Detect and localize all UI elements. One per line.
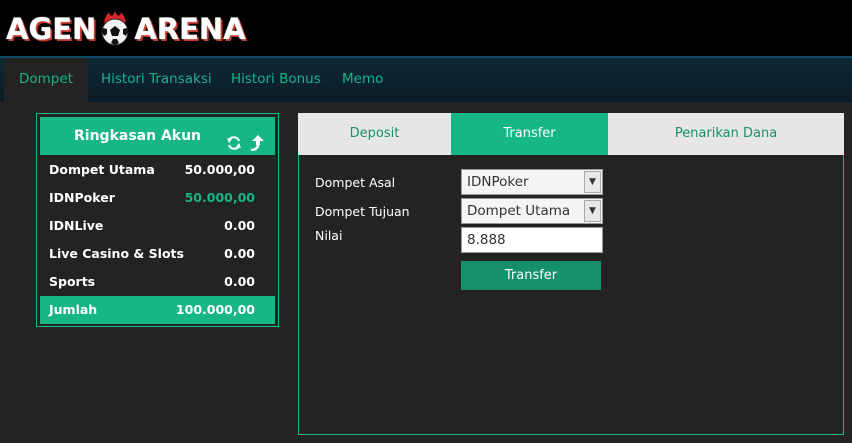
wallet-label: Live Casino & Slots	[49, 246, 184, 261]
main-nav: Dompet Histori Transaksi Histori Bonus M…	[0, 56, 852, 104]
tab-dompet[interactable]: Dompet	[4, 58, 88, 104]
wallet-label: IDNPoker	[49, 190, 115, 205]
site-logo[interactable]: AGEN ARENA	[6, 4, 246, 54]
wallet-label: Dompet Utama	[49, 162, 155, 177]
account-summary-title: Ringkasan Akun	[74, 128, 202, 144]
wallet-action-tabs: Deposit Transfer Penarikan Dana	[298, 113, 844, 155]
total-row: Jumlah 100.000,00	[40, 296, 275, 324]
transfer-submit-button[interactable]: Transfer	[461, 261, 601, 290]
tab-memo[interactable]: Memo	[342, 58, 383, 104]
to-wallet-label: Dompet Tujuan	[315, 204, 410, 219]
wallet-balance: 50.000,00	[184, 190, 255, 205]
list-item: IDNLive 0.00	[40, 212, 275, 240]
amount-label: Nilai	[315, 228, 343, 243]
tab-histori-transaksi[interactable]: Histori Transaksi	[101, 58, 212, 104]
logo-text-left: AGEN	[6, 12, 97, 46]
list-item: Live Casino & Slots 0.00	[40, 240, 275, 268]
list-item: Dompet Utama 50.000,00	[40, 156, 275, 184]
logo-text-right: ARENA	[134, 12, 246, 46]
transfer-form: Dompet Asal IDNPoker ▼ Dompet Tujuan Dom…	[298, 155, 844, 435]
refresh-icon[interactable]	[226, 128, 242, 150]
wallet-label: Sports	[49, 274, 96, 289]
list-item: Sports 0.00	[40, 268, 275, 296]
wallet-balance: 0.00	[224, 218, 255, 233]
amount-input[interactable]: 8.888	[461, 227, 603, 253]
wallet-balance: 50.000,00	[184, 162, 255, 177]
wallet-label: IDNLive	[49, 218, 104, 233]
from-wallet-value: IDNPoker	[467, 174, 529, 190]
tab-penarikan-dana[interactable]: Penarikan Dana	[608, 113, 844, 155]
chevron-down-icon: ▼	[584, 200, 601, 222]
tab-transfer[interactable]: Transfer	[451, 113, 608, 155]
soccer-ball-icon	[97, 11, 133, 47]
wallet-balance: 0.00	[224, 274, 255, 289]
account-summary-header: Ringkasan Akun	[40, 117, 275, 155]
chevron-down-icon: ▼	[584, 171, 601, 193]
to-wallet-select[interactable]: Dompet Utama ▼	[461, 198, 603, 224]
from-wallet-label: Dompet Asal	[315, 175, 396, 190]
tab-deposit[interactable]: Deposit	[298, 113, 451, 155]
upload-arrow-icon[interactable]	[249, 128, 265, 152]
tab-histori-bonus[interactable]: Histori Bonus	[231, 58, 321, 104]
to-wallet-value: Dompet Utama	[467, 203, 571, 219]
wallet-balance: 0.00	[224, 246, 255, 261]
from-wallet-select[interactable]: IDNPoker ▼	[461, 169, 603, 195]
total-label: Jumlah	[49, 302, 98, 317]
list-item: IDNPoker 50.000,00	[40, 184, 275, 212]
header-bar: AGEN ARENA	[0, 0, 852, 56]
account-summary-panel: Ringkasan Akun Dompet Utama 50.000,00 ID…	[36, 113, 279, 327]
total-value: 100.000,00	[175, 302, 255, 317]
